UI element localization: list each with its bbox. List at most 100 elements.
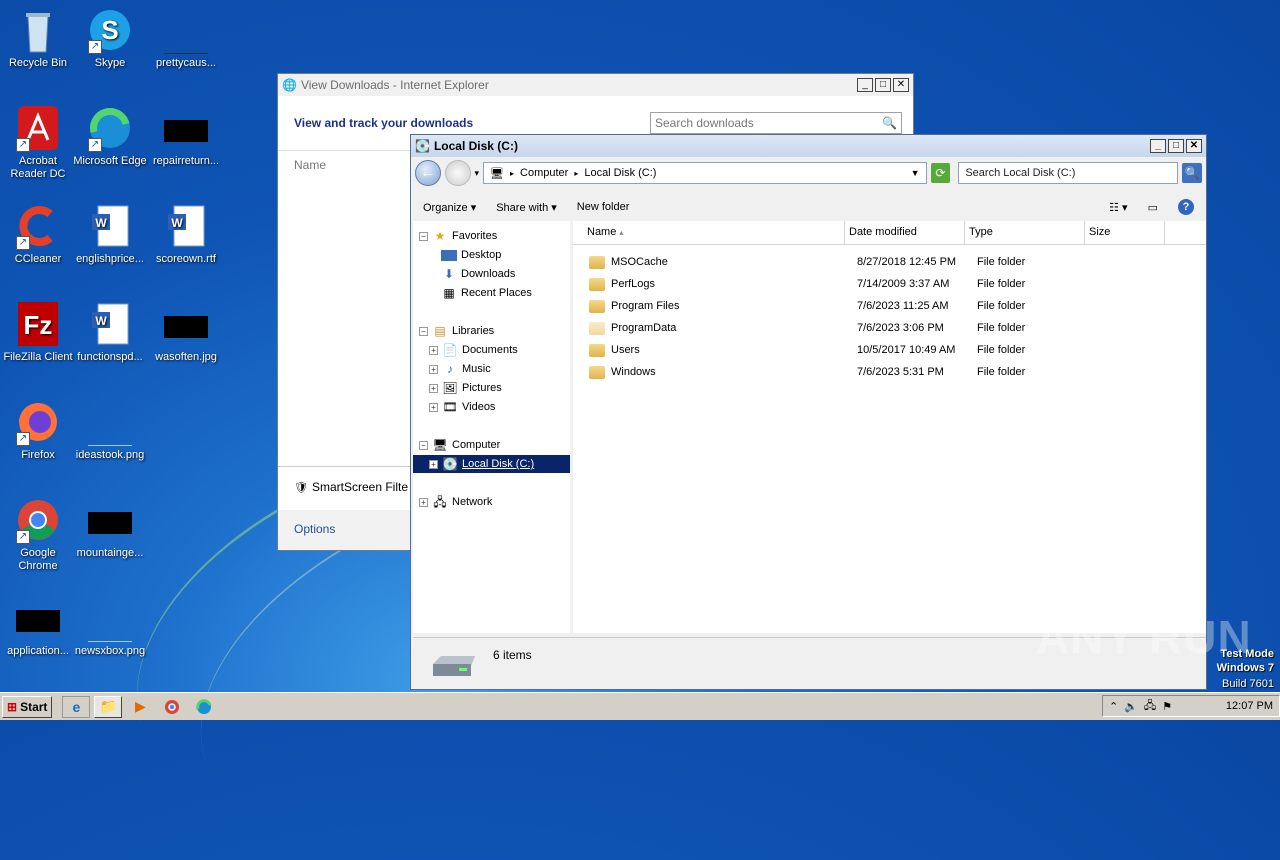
file-row[interactable]: ProgramData 7/6/2023 3:06 PM File folder: [573, 317, 1206, 339]
taskbar-explorer-icon[interactable]: 📁: [94, 695, 123, 718]
action-center-flag-icon[interactable]: ⚑: [1162, 700, 1172, 713]
help-icon[interactable]: ?: [1178, 199, 1194, 215]
view-options-icon[interactable]: ☷ ▾: [1109, 201, 1127, 214]
file-icon: [14, 596, 62, 642]
address-bar[interactable]: 🖥 ▸ Computer ▸ Local Disk (C:) ▼: [483, 162, 927, 184]
close-button[interactable]: ✕: [893, 78, 909, 92]
file-row[interactable]: Program Files 7/6/2023 11:25 AM File fol…: [573, 295, 1206, 317]
file-row[interactable]: Users 10/5/2017 10:49 AM File folder: [573, 339, 1206, 361]
start-button[interactable]: ⊞ Start: [2, 695, 53, 718]
nav-desktop[interactable]: Desktop: [441, 246, 501, 264]
explorer-search-input[interactable]: Search Local Disk (C:): [958, 162, 1179, 184]
taskbar-media-player-icon[interactable]: ▶: [126, 696, 154, 718]
desktop-icon-ideastook[interactable]: ideastook.png: [72, 400, 148, 462]
desktop-icon-repairreturn[interactable]: repairreturn...: [148, 106, 224, 168]
taskbar-edge-icon[interactable]: [190, 696, 218, 718]
new-folder-button[interactable]: New folder: [577, 201, 630, 213]
folder-icon: [589, 365, 605, 379]
taskbar-chrome-icon[interactable]: [158, 696, 186, 718]
nav-libraries[interactable]: − ▤ Libraries: [419, 322, 494, 340]
nav-downloads[interactable]: ⬇ Downloads: [441, 265, 515, 283]
nav-favorites[interactable]: − ★ Favorites: [419, 227, 497, 245]
recent-pages-dropdown-icon[interactable]: ▾: [475, 168, 480, 179]
desktop-icon-newsxbox[interactable]: newsxbox.png: [72, 596, 148, 658]
desktop-icon-acrobat[interactable]: ↗ Acrobat Reader DC: [0, 106, 76, 181]
breadcrumb-local-disk[interactable]: Local Disk (C:): [584, 167, 656, 179]
file-list[interactable]: Name ▴ Date modified Type Size MSOCache …: [573, 221, 1206, 633]
preview-pane-icon[interactable]: ▭: [1148, 201, 1158, 214]
ie-search-input[interactable]: Search downloads 🔍: [650, 112, 902, 134]
organize-button[interactable]: Organize ▾: [423, 201, 476, 214]
col-size-header[interactable]: Size: [1085, 221, 1165, 245]
desktop-icon-firefox[interactable]: ↗ Firefox: [0, 400, 76, 462]
nav-videos[interactable]: + 🎞 Videos: [429, 398, 495, 416]
col-date-header[interactable]: Date modified: [845, 221, 965, 245]
volume-icon[interactable]: 🔈: [1124, 700, 1138, 713]
nav-local-disk[interactable]: + 💽 Local Disk (C:): [413, 455, 570, 473]
file-row[interactable]: Windows 7/6/2023 5:31 PM File folder: [573, 361, 1206, 383]
minimize-button[interactable]: _: [1150, 139, 1166, 153]
system-tray: ⌃ 🔈 🖧 ⚑ 12:07 PM: [1102, 695, 1280, 717]
file-row[interactable]: PerfLogs 7/14/2009 3:37 AM File folder: [573, 273, 1206, 295]
desktop-icon-scoreown[interactable]: W scoreown.rtf: [148, 204, 224, 266]
network-tray-icon[interactable]: 🖧: [1144, 697, 1156, 716]
minimize-button[interactable]: _: [857, 78, 873, 92]
share-with-button[interactable]: Share with ▾: [496, 201, 557, 214]
navigation-pane: − ★ Favorites Desktop ⬇ Downloads ▦ Recent P…: [413, 221, 570, 633]
desktop-icon-skype[interactable]: S ↗ Skype: [72, 8, 148, 70]
firefox-icon: ↗: [14, 400, 62, 446]
taskbar-ie-icon[interactable]: e: [62, 695, 91, 718]
desktop-icon-ccleaner[interactable]: ↗ CCleaner: [0, 204, 76, 266]
shortcut-arrow-icon: ↗: [88, 40, 102, 54]
explorer-window[interactable]: 💽 Local Disk (C:) _ □ ✕ ← → ▾ 🖥 ▸ Comput…: [410, 134, 1207, 690]
ie-titlebar[interactable]: 🌐 View Downloads - Internet Explorer _ □…: [278, 74, 913, 96]
nav-music[interactable]: + ♪ Music: [429, 360, 491, 378]
folder-icon: [589, 299, 605, 313]
forward-button[interactable]: →: [444, 160, 471, 186]
file-row[interactable]: MSOCache 8/27/2018 12:45 PM File folder: [573, 251, 1206, 273]
explorer-titlebar[interactable]: 💽 Local Disk (C:) _ □ ✕: [411, 135, 1206, 157]
desktop-icon-wasoften[interactable]: wasoften.jpg: [148, 302, 224, 364]
desktop-icon-edge[interactable]: ↗ Microsoft Edge: [72, 106, 148, 168]
test-mode-label: Test Mode: [1220, 648, 1274, 660]
desktop-icon-englishprice[interactable]: W englishprice...: [72, 204, 148, 266]
nav-pictures[interactable]: + 🖼 Pictures: [429, 379, 502, 397]
options-link[interactable]: Options: [294, 522, 335, 536]
nav-computer[interactable]: − 🖥 Computer: [419, 436, 500, 454]
nav-documents[interactable]: + 📄 Documents: [429, 341, 518, 359]
smartscreen-link[interactable]: 🛡 SmartScreen Filte: [294, 480, 408, 494]
refresh-icon[interactable]: ⟳: [930, 163, 951, 183]
ccleaner-icon: ↗: [14, 204, 62, 250]
chrome-icon: ↗: [14, 498, 62, 544]
address-bar-row: ← → ▾ 🖥 ▸ Computer ▸ Local Disk (C:) ▼ ⟳…: [411, 159, 1206, 187]
desktop-icon-functionspd[interactable]: W functionspd...: [72, 302, 148, 364]
back-button[interactable]: ←: [415, 160, 441, 186]
col-type-header[interactable]: Type: [965, 221, 1085, 245]
desktop-icon-chrome[interactable]: ↗ Google Chrome: [0, 498, 76, 573]
maximize-button[interactable]: □: [875, 78, 891, 92]
sort-ascending-icon: ▴: [619, 228, 624, 237]
close-button[interactable]: ✕: [1186, 139, 1202, 153]
acrobat-icon: ↗: [14, 106, 62, 152]
maximize-button[interactable]: □: [1168, 139, 1184, 153]
col-name-header[interactable]: Name ▴: [573, 221, 845, 245]
search-icon[interactable]: 🔍: [1182, 163, 1202, 183]
shield-icon: 🛡: [294, 481, 308, 494]
search-icon[interactable]: 🔍: [882, 116, 897, 130]
desktop-icon-filezilla[interactable]: Fz FileZilla Client: [0, 302, 76, 364]
desktop-icon-recycle-bin[interactable]: Recycle Bin: [0, 8, 76, 70]
address-dropdown-icon[interactable]: ▼: [911, 168, 920, 178]
ie-heading: View and track your downloads: [294, 116, 474, 130]
nav-recent-places[interactable]: ▦ Recent Places: [441, 284, 532, 302]
desktop-icon-application[interactable]: application...: [0, 596, 76, 658]
show-hidden-icons-icon[interactable]: ⌃: [1109, 700, 1118, 713]
ie-col-name[interactable]: Name: [294, 158, 326, 172]
svg-text:Fz: Fz: [24, 310, 53, 340]
nav-network[interactable]: + 🖧 Network: [419, 493, 492, 511]
clock[interactable]: 12:07 PM: [1226, 700, 1273, 712]
desktop-icon-prettycaus[interactable]: prettycaus...: [148, 8, 224, 70]
desktop-icon-mountainge[interactable]: mountainge...: [72, 498, 148, 560]
filezilla-icon: Fz: [14, 302, 62, 348]
documents-icon: 📄: [442, 343, 458, 357]
breadcrumb-computer[interactable]: Computer: [520, 167, 568, 179]
